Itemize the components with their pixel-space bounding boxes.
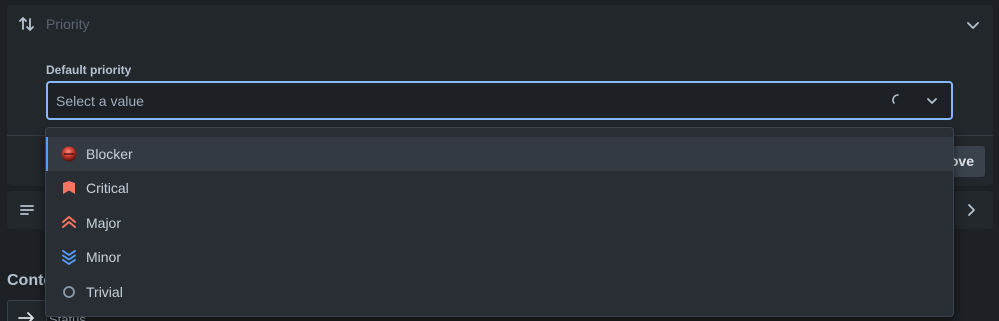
- chevron-down-icon[interactable]: [965, 17, 981, 33]
- blocker-icon: [61, 146, 77, 162]
- default-priority-select[interactable]: Select a value: [46, 81, 953, 120]
- app-root: Priority Default priority Select a value: [0, 0, 999, 321]
- loading-spinner-icon: [891, 93, 905, 107]
- menu-item-label: Blocker: [86, 146, 133, 162]
- select-chevron-down-icon[interactable]: [925, 94, 939, 108]
- menu-item-blocker[interactable]: Blocker: [46, 137, 953, 171]
- menu-item-trivial[interactable]: Trivial: [46, 275, 953, 309]
- text-lines-icon: [19, 202, 35, 218]
- priority-dropdown-menu: Blocker Critical Major Minor Trivial: [45, 127, 954, 317]
- minor-icon: [61, 249, 77, 265]
- critical-icon: [61, 180, 77, 196]
- menu-item-major[interactable]: Major: [46, 206, 953, 240]
- chevron-right-icon[interactable]: [963, 202, 979, 218]
- priority-panel-header[interactable]: Priority: [7, 5, 993, 43]
- menu-item-critical[interactable]: Critical: [46, 171, 953, 205]
- priority-panel-title: Priority: [46, 16, 90, 32]
- trivial-icon: [61, 284, 77, 300]
- default-priority-label: Default priority: [46, 63, 132, 77]
- major-icon: [61, 215, 77, 231]
- status-field[interactable]: [7, 300, 47, 321]
- arrow-right-icon: [18, 311, 36, 321]
- menu-item-label: Critical: [86, 180, 129, 196]
- menu-item-label: Major: [86, 215, 122, 231]
- menu-item-minor[interactable]: Minor: [46, 240, 953, 274]
- select-placeholder: Select a value: [56, 93, 144, 109]
- sort-arrows-icon: [17, 14, 37, 34]
- menu-item-label: Trivial: [86, 284, 123, 300]
- menu-item-label: Minor: [86, 249, 122, 265]
